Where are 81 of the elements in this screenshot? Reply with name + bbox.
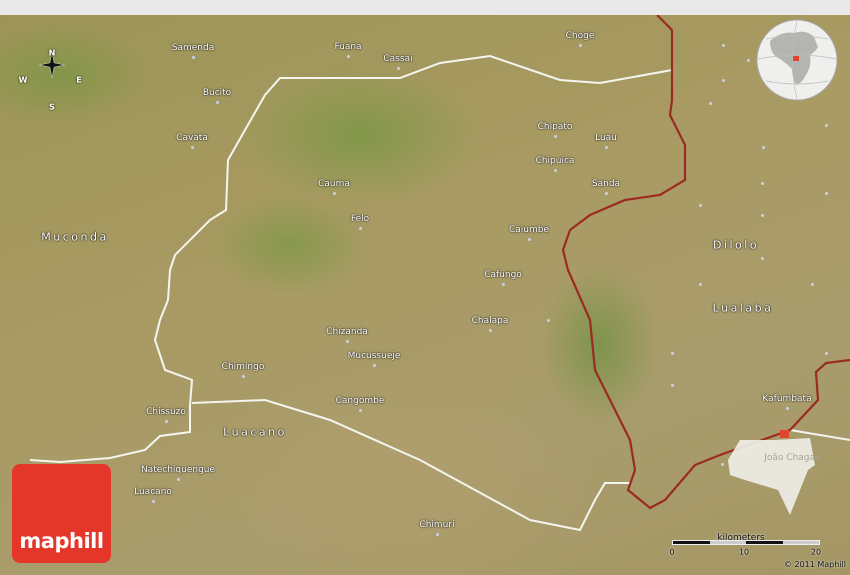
place-label: Mucussueje [348,351,400,361]
place-label: Chipuica [536,156,574,166]
place-dot [332,192,336,194]
scale-tick-label: 10 [738,548,750,556]
place-label: Cavata [176,133,208,143]
place-dot [824,124,828,126]
place-dot [578,44,582,46]
place-dot [358,408,362,412]
place-label: Cafungo [484,270,522,280]
place-dot [760,214,764,216]
place-dot [216,100,218,104]
place-dot [242,374,244,378]
place-dot [708,102,712,104]
place-label: Natechiquengue [140,465,216,475]
place-dot [554,134,556,138]
region-label: Lualaba [712,302,774,314]
place-label: Chimuri [419,520,455,530]
place-dot [786,406,788,410]
place-label: Cauma [318,179,350,189]
place-label: Bucito [202,88,232,98]
place-label: Caiumbe [508,225,550,235]
place-label: Chizanda [326,327,368,337]
scale-tick-label: 0 [669,548,675,556]
place-label: Cangombe [336,396,384,406]
place-dot [722,78,724,82]
place-dot [746,58,750,62]
place-label: Sanda [592,179,620,189]
compass-letter: E [76,76,82,84]
place-dot [358,226,362,230]
place-dot [164,420,168,422]
place-dot [698,282,702,286]
place-dot [760,256,764,260]
place-label: Chipato [538,122,572,132]
place-dot [372,364,376,366]
place-label: Chalapa [472,316,508,326]
place-label: Choge [566,31,594,41]
place-dot [762,146,764,148]
place-dot [190,146,194,148]
place-dot [670,352,674,354]
place-dot [760,182,764,184]
place-dot [604,146,608,148]
place-dot [824,352,828,354]
place-dot [698,204,702,206]
place-dot [810,282,814,286]
place-dot [436,532,438,536]
place-label: Kafumbata [762,394,812,404]
maphill-logo[interactable]: maphill [12,464,111,563]
scale-unit: kilometers [717,533,765,543]
place-label: Chissuzo [146,407,186,417]
place-label: Cassai [383,54,413,64]
compass-letter: W [18,76,28,84]
place-dot [346,340,348,342]
compass-letter: S [49,102,55,112]
place-dot [722,44,724,46]
region-label: Dilolo [712,238,760,252]
place-dot [176,478,180,480]
region-label: Muconda [41,230,109,244]
copyright-text: © 2011 Maphill [784,560,846,569]
place-dot [720,462,724,466]
place-dot [604,192,608,194]
place-dot [396,66,400,70]
place-dot [502,282,504,286]
place-label: Fuana [334,42,362,52]
place-dot [488,328,492,332]
place-dot [152,500,154,502]
place-label: Luacano [134,487,172,497]
place-dot [528,238,530,240]
place-label: Luau [595,133,617,143]
region-label: Luacano [223,426,287,438]
place-dot [670,384,674,386]
compass-letter: N [48,48,56,58]
city-marker [780,430,789,438]
place-dot [824,192,828,194]
place-label: Chimingo [222,362,264,372]
scale-tick-label: 20 [810,548,822,556]
place-dot [192,56,194,58]
place-label: Felo [350,214,370,224]
place-dot [554,168,556,172]
place-dot [546,318,550,322]
place-dot [346,54,350,58]
place-label: Samenda [172,43,214,53]
